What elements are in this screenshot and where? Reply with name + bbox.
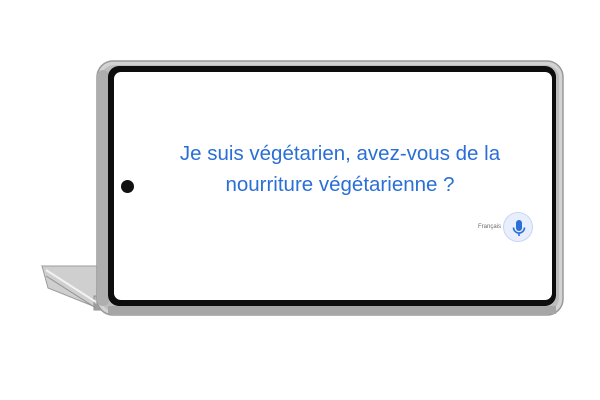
device-illustration: Je suis végétarien, avez-vous de la nour… <box>0 0 600 400</box>
translation-text: Je suis végétarien, avez-vous de la nour… <box>150 138 530 200</box>
front-camera <box>121 180 134 193</box>
translation-line-1: Je suis végétarien, avez-vous de la <box>179 142 501 165</box>
translation-line-2: nourriture végétarienne ? <box>225 173 455 196</box>
microphone-button[interactable] <box>503 212 533 242</box>
microphone-icon <box>512 220 526 236</box>
language-label: Français <box>478 224 502 230</box>
